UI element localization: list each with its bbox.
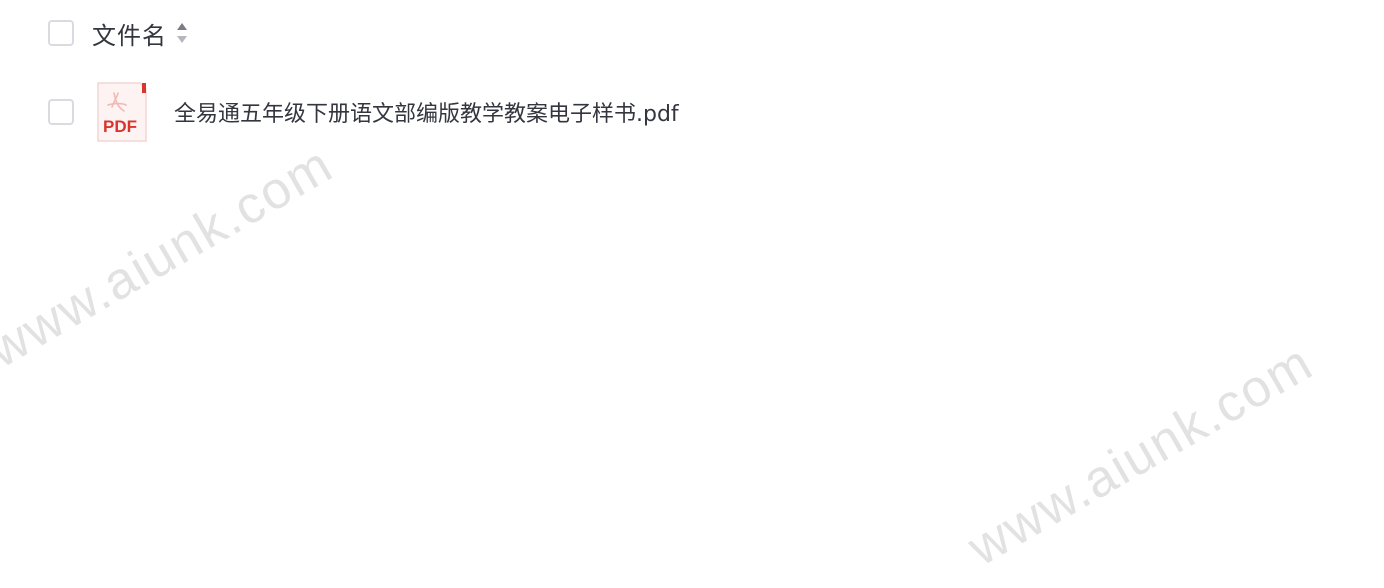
watermark-text: www.aiunk.com (0, 135, 343, 380)
file-list-page: 文件名 PDF 全易通五年级下册语文部编版教学教案电子样书.pdf www.ai… (0, 0, 1384, 588)
row-checkbox[interactable] (48, 99, 74, 125)
file-name-link[interactable]: 全易通五年级下册语文部编版教学教案电子样书.pdf (174, 96, 679, 128)
filename-column-header[interactable]: 文件名 (92, 16, 167, 51)
select-all-checkbox[interactable] (48, 20, 74, 46)
pdf-file-icon: PDF (97, 82, 147, 142)
table-header: 文件名 (48, 16, 189, 50)
watermark-text: www.aiunk.com (958, 333, 1323, 578)
table-row[interactable]: PDF 全易通五年级下册语文部编版教学教案电子样书.pdf (48, 80, 679, 144)
pdf-badge-text: PDF (103, 117, 137, 136)
sort-icon[interactable] (175, 20, 189, 46)
